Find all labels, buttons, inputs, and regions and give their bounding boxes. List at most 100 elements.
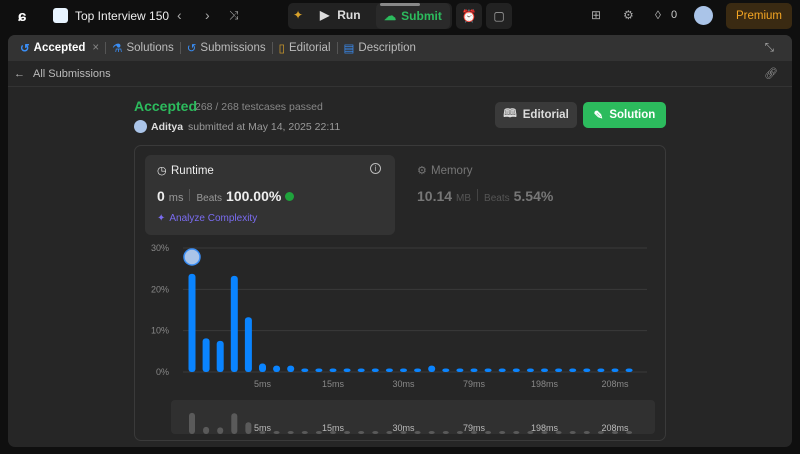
bar — [428, 365, 436, 372]
minimap-bar — [612, 431, 618, 434]
clock-icon: ◷ — [157, 165, 167, 177]
all-submissions-link[interactable]: All Submissions — [33, 68, 111, 80]
minimap-bar — [414, 431, 421, 434]
history-icon: ↺ — [186, 43, 197, 55]
minimap-bar — [513, 431, 520, 434]
minimap-bar — [386, 431, 393, 434]
minimap-bar — [414, 431, 421, 434]
minimap-tick-label: 5ms — [254, 423, 272, 433]
minimap-bar — [287, 431, 294, 434]
runtime-box[interactable]: ◷ Runtime i 0 ms Beats 100.00% ✦ Analyze … — [145, 155, 395, 235]
top-bar: ɕ Top Interview 150 ‹ › ⤨ ✦ ▶ Run ☁ Submit… — [0, 0, 800, 32]
bar — [400, 368, 407, 372]
username[interactable]: Aditya — [151, 121, 183, 133]
analyze-complexity-link[interactable]: ✦ Analyze Complexity — [157, 213, 257, 224]
flask-icon: ⚗ — [112, 43, 123, 55]
x-tick-label: 5ms — [254, 379, 272, 389]
tab-editorial[interactable]: ▯ Editorial — [275, 41, 335, 55]
streak-icon[interactable]: ◊ — [655, 8, 661, 22]
minimap-bar — [541, 431, 548, 434]
close-tab-icon[interactable]: × — [92, 42, 99, 54]
minimap-bar — [583, 431, 590, 434]
y-tick-label: 20% — [151, 284, 169, 294]
prev-problem-icon[interactable]: ‹ — [177, 7, 182, 23]
premium-button[interactable]: Premium — [726, 3, 792, 29]
bar — [244, 317, 252, 372]
bar — [526, 368, 534, 372]
minimap-bar — [245, 422, 252, 434]
drag-handle[interactable] — [380, 3, 420, 6]
problem-list-title[interactable]: Top Interview 150 — [75, 9, 169, 23]
minimap-bar — [400, 431, 407, 434]
layout-icon[interactable]: ⊞ — [591, 8, 601, 22]
y-tick-label: 10% — [151, 326, 169, 336]
minimap-bar — [189, 412, 195, 434]
minimap-bar — [626, 431, 633, 434]
minimap-bar — [428, 431, 435, 434]
minimap-bar — [259, 431, 266, 434]
minimap-bar — [485, 431, 492, 434]
back-arrow-icon[interactable]: ← — [14, 68, 25, 80]
bar — [329, 368, 337, 372]
next-problem-icon[interactable]: › — [205, 7, 210, 23]
minimap-bar — [287, 431, 294, 434]
bar — [343, 368, 351, 372]
link-icon[interactable]: 🔗︎ — [764, 67, 778, 80]
minimap-bar — [442, 431, 449, 434]
shuffle-icon[interactable]: ⤨ — [229, 8, 239, 23]
minimap-bar — [456, 431, 463, 434]
bar — [273, 365, 281, 372]
document-icon: ▤ — [343, 43, 355, 55]
bar — [414, 368, 422, 372]
minimap-bar — [569, 431, 576, 434]
problem-list-icon — [53, 8, 68, 23]
tab-solutions[interactable]: ⚗ Solutions — [108, 41, 178, 55]
minimap-bar — [372, 431, 379, 434]
bar — [287, 365, 295, 372]
editorial-button[interactable]: 🕮︎ Editorial — [495, 102, 577, 128]
tab-accepted[interactable]: ↺ Accepted × — [16, 41, 103, 55]
beats-label: Beats — [196, 193, 223, 204]
debug-icon[interactable]: ✦ — [293, 8, 303, 22]
bar — [555, 368, 563, 372]
minimap-bar — [330, 431, 336, 434]
memory-box[interactable]: ⚙ Memory 10.14 MB Beats 5.54% — [407, 155, 657, 235]
solution-button[interactable]: ✎ Solution — [583, 102, 666, 128]
collapse-icon[interactable]: ⤡ — [765, 42, 774, 55]
minimap-bar — [217, 427, 224, 434]
bar — [301, 368, 309, 372]
avatar[interactable] — [694, 6, 713, 25]
submit-button[interactable]: ☁ Submit — [376, 3, 450, 29]
info-icon[interactable]: i — [370, 163, 381, 174]
back-bar: ← All Submissions 🔗︎ — [8, 61, 792, 87]
book-icon: ▯ — [278, 43, 285, 55]
performance-card: ◷ Runtime i 0 ms Beats 100.00% ✦ Analyze … — [134, 145, 666, 441]
run-button[interactable]: ▶ Run — [320, 8, 361, 22]
streak-count: 0 — [671, 9, 678, 21]
minimap-bar — [471, 431, 477, 434]
timer-icon[interactable]: ⏰ — [456, 3, 482, 29]
tab-submissions[interactable]: ↺ Submissions — [183, 41, 270, 55]
bar — [597, 368, 605, 372]
leetcode-logo-icon[interactable]: ɕ — [18, 8, 26, 25]
bar — [371, 368, 379, 372]
minimap-tick-label: 15ms — [322, 423, 345, 433]
settings-icon[interactable]: ⚙ — [623, 8, 634, 22]
minimap-bar — [597, 431, 604, 434]
memory-value: 10.14 — [417, 188, 453, 204]
minimap-bar — [273, 431, 280, 434]
submitted-time: submitted at May 14, 2025 22:11 — [188, 121, 341, 133]
bar — [259, 363, 266, 372]
minimap-bar — [626, 431, 633, 434]
bar — [512, 368, 520, 372]
minimap-bar — [527, 431, 534, 434]
runtime-beats: 100.00% — [226, 188, 282, 204]
minimap-bar — [597, 431, 604, 434]
minimap-bar — [231, 413, 238, 434]
minimap-tick-label: 198ms — [531, 423, 559, 433]
bar — [456, 368, 464, 372]
tab-description[interactable]: ▤ Description — [340, 41, 420, 55]
notes-icon[interactable]: ▢ — [486, 3, 512, 29]
minimap-bar — [358, 431, 365, 434]
bar — [611, 368, 619, 372]
